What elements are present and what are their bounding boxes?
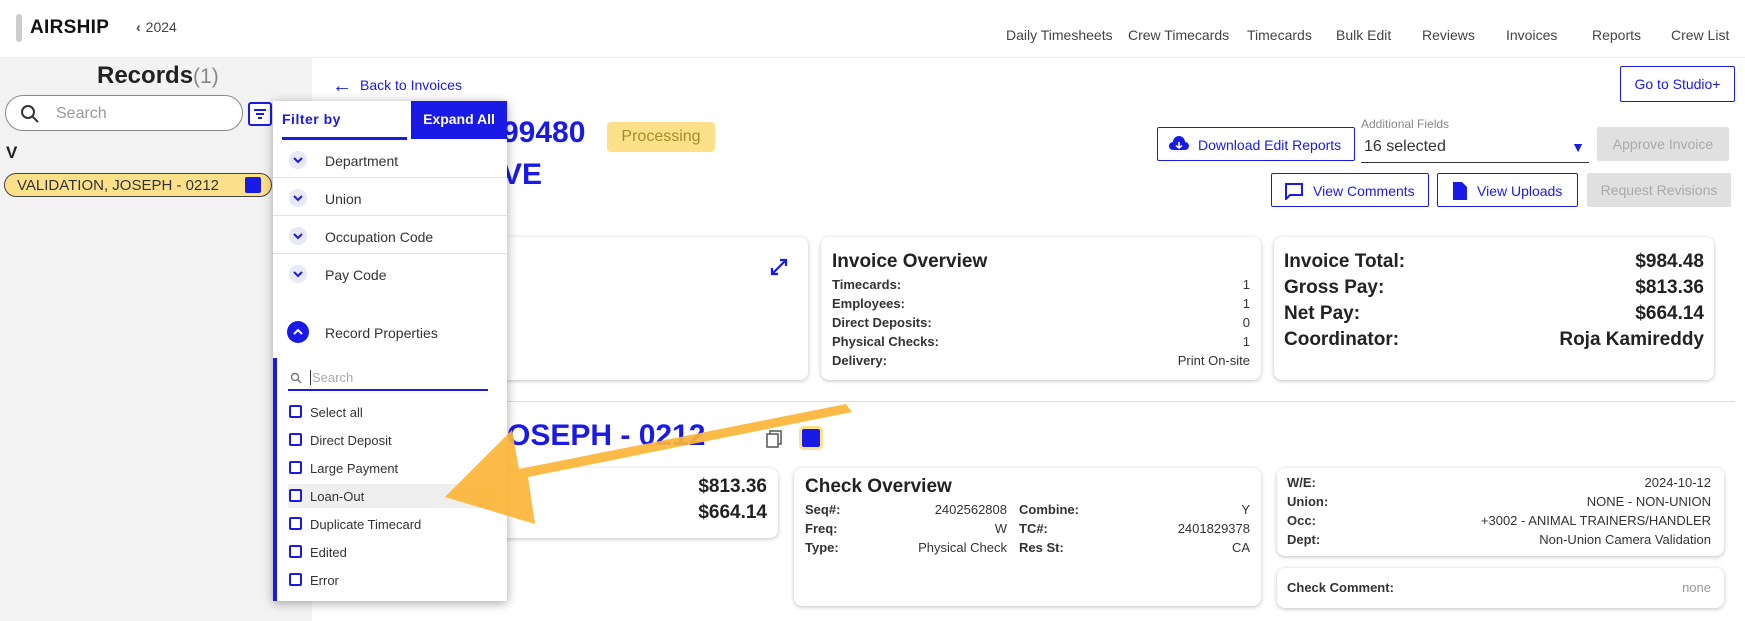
annotation-arrow-icon xyxy=(445,404,852,524)
app-root: AIRSHIP ‹ 2024 Daily Timesheets Crew Time… xyxy=(0,0,1745,621)
